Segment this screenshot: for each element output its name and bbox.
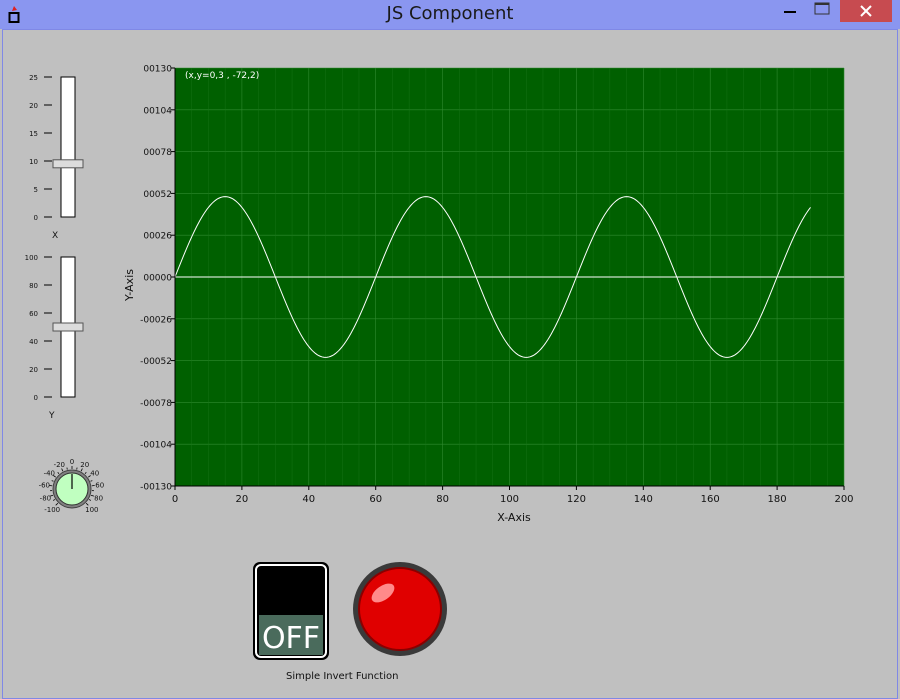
- toggle-switch[interactable]: OFF: [253, 562, 329, 660]
- x-tick-label: 0: [172, 494, 178, 505]
- indicator-light[interactable]: [353, 562, 447, 656]
- y-tick-label: 00104: [143, 106, 172, 116]
- x-slider-tick-label: 25: [29, 74, 38, 82]
- y-tick-label: 00052: [143, 190, 172, 200]
- x-tick-label: 200: [834, 494, 853, 505]
- switch-caption: Simple Invert Function: [286, 671, 399, 682]
- x-slider-label: X: [52, 231, 58, 241]
- y-tick-label: 00026: [143, 232, 172, 242]
- y-slider-tick-label: 0: [34, 394, 38, 402]
- x-slider-thumb[interactable]: [52, 159, 84, 169]
- x-tick-label: 60: [369, 494, 382, 505]
- knob-scale-label: 40: [90, 470, 99, 478]
- y-slider-thumb[interactable]: [52, 322, 84, 332]
- knob-scale-label: 100: [85, 506, 98, 514]
- knob-scale-label: -40: [44, 470, 55, 478]
- x-slider-ticks: 25 20 15 10 5 0: [29, 74, 52, 222]
- switch-state-label: OFF: [262, 621, 320, 656]
- x-slider-tick-label: 10: [29, 158, 38, 166]
- knob-tick: [51, 480, 54, 482]
- y-tick-label: -00078: [140, 399, 172, 409]
- y-slider-label: Y: [48, 411, 55, 421]
- x-slider[interactable]: 25 20 15 10 5 0 X: [29, 74, 84, 241]
- indicator-lens[interactable]: [358, 567, 442, 651]
- knob-scale-label: -60: [39, 482, 50, 490]
- x-slider-tick-label: 15: [29, 130, 38, 138]
- app-window: JS Component 25 20 15 10 5 0 X 100 80 60 40 20 0 Y: [0, 0, 900, 699]
- y-tick-label: 00000: [143, 274, 172, 284]
- y-tick-label: -00052: [140, 357, 172, 367]
- y-slider-ticks: 100 80 60 40 20 0: [25, 254, 52, 402]
- knob-scale-label: -80: [40, 495, 51, 503]
- x-tick-labels: 0 20 40 60 80 100 120 140 160 180 200: [172, 486, 854, 505]
- x-tick-label: 100: [500, 494, 519, 505]
- x-slider-tick-label: 20: [29, 102, 38, 110]
- knob[interactable]: -100 -80 -60 -40-20 0 2040 60 80 100: [39, 458, 105, 514]
- y-tick-label: -00026: [140, 315, 172, 325]
- knob-tick: [52, 499, 56, 501]
- y-tick-label: -00130: [140, 483, 172, 493]
- y-tick-label: 00078: [143, 148, 172, 158]
- knob-tick: [84, 472, 87, 475]
- knob-tick: [88, 499, 92, 501]
- chart[interactable]: 0 20 40 60 80 100 120 140 160 180 200 001300010400…: [123, 65, 854, 525]
- y-axis-title: Y-Axis: [123, 269, 136, 302]
- cursor-readout: (x,y=0,3 , -72,2): [185, 71, 259, 81]
- x-tick-label: 20: [236, 494, 249, 505]
- x-tick-label: 80: [436, 494, 449, 505]
- knob-tick: [49, 485, 53, 487]
- switch-upper-panel: [259, 568, 323, 614]
- x-axis-title: X-Axis: [497, 511, 531, 524]
- x-tick-label: 40: [302, 494, 315, 505]
- x-tick-label: 160: [701, 494, 720, 505]
- y-slider-tick-label: 80: [29, 282, 38, 290]
- y-tick-label: 00130: [143, 65, 172, 75]
- knob-scale-label: 20: [80, 461, 89, 469]
- y-slider[interactable]: 100 80 60 40 20 0 Y: [25, 254, 84, 421]
- y-slider-tick-label: 20: [29, 366, 38, 374]
- y-slider-tick-label: 100: [25, 254, 38, 262]
- knob-scale-label: 60: [95, 482, 104, 490]
- x-slider-track[interactable]: [60, 76, 76, 218]
- component-canvas: 2520151050 X 100806040200 Y -100-80-60-4…: [25, 65, 854, 660]
- y-tick-label: -00104: [140, 441, 172, 451]
- y-tick-labels: 00130 00104 00078 00052 00026 00000 -00026 -000…: [140, 65, 175, 493]
- x-slider-tick-label: 5: [34, 186, 38, 194]
- knob-tick: [90, 480, 93, 482]
- knob-tick: [57, 472, 60, 475]
- knob-scale-label: -100: [44, 506, 60, 514]
- knob-tick: [91, 485, 95, 487]
- knob-scale-label: 80: [94, 495, 103, 503]
- knob-scale-label: -20: [54, 461, 65, 469]
- x-slider-tick-label: 0: [34, 214, 38, 222]
- x-tick-label: 120: [567, 494, 586, 505]
- x-tick-label: 180: [768, 494, 787, 505]
- y-slider-tick-label: 60: [29, 310, 38, 318]
- x-tick-label: 140: [634, 494, 653, 505]
- y-slider-tick-label: 40: [29, 338, 38, 346]
- knob-scale-label: 0: [70, 458, 74, 466]
